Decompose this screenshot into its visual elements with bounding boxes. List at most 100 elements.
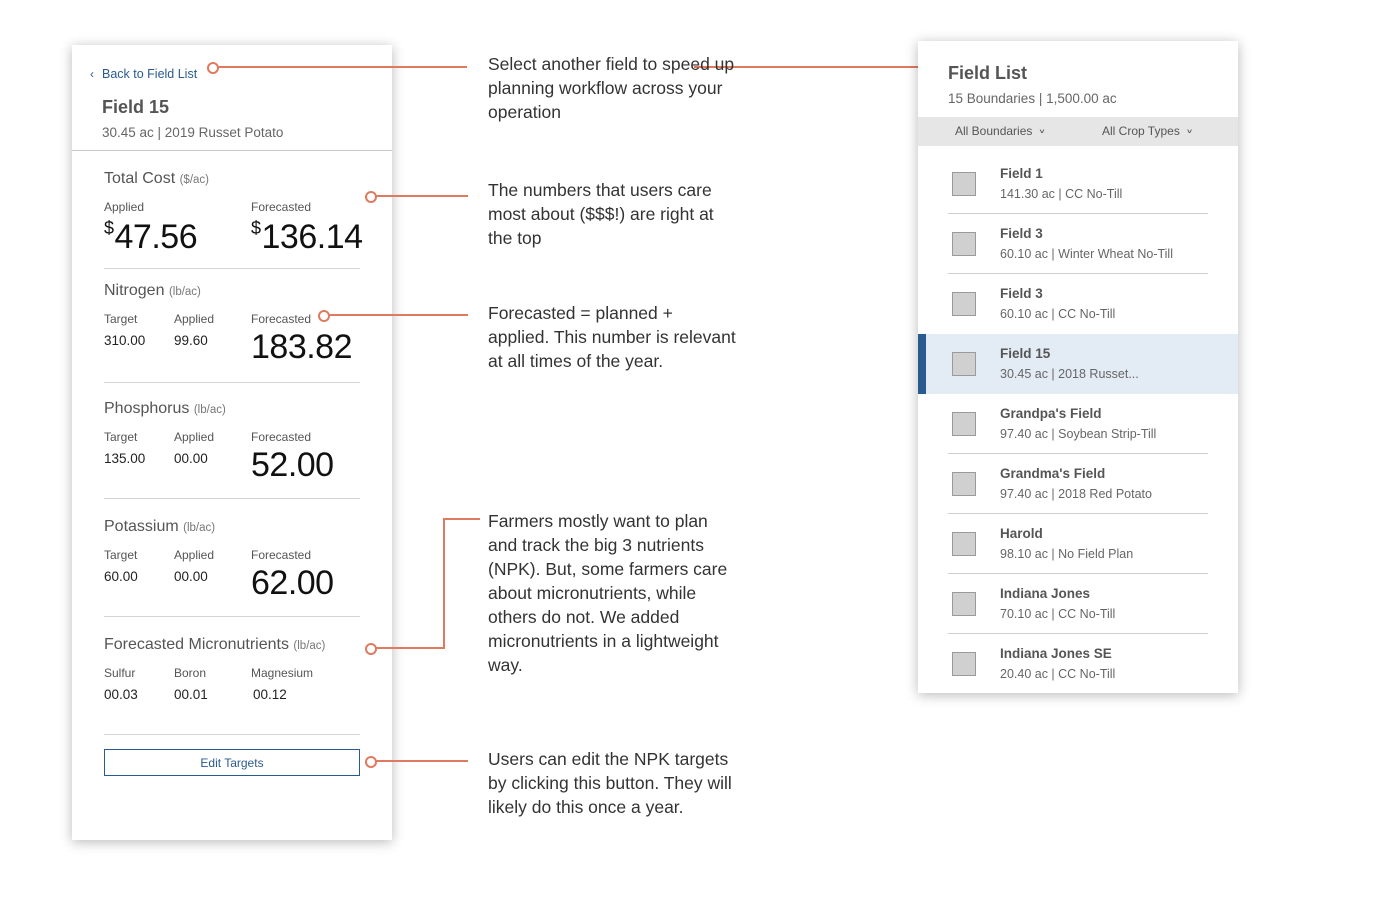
nitrogen-unit: (lb/ac) — [168, 286, 201, 298]
field-list-item[interactable]: Harold 98.10 ac | No Field Plan — [918, 514, 1238, 574]
field-list-item-meta: 60.10 ac | Winter Wheat No-Till — [1000, 247, 1173, 261]
field-list-item[interactable]: Grandma's Field 97.40 ac | 2018 Red Pota… — [918, 454, 1238, 514]
section-divider — [104, 616, 360, 617]
field-title: Field 15 — [102, 97, 170, 117]
annotation-leader-micro-top — [443, 518, 480, 520]
field-list-item-meta: 60.10 ac | CC No-Till — [1000, 307, 1116, 321]
phosphorus-title-text: Phosphorus — [104, 400, 190, 417]
crop-types-filter-label: All Crop Types — [1102, 124, 1180, 138]
magnesium-label: Magnesium — [251, 666, 314, 680]
edit-targets-button[interactable]: Edit Targets — [104, 749, 360, 776]
boron-label: Boron — [174, 666, 207, 680]
field-list-summary: 15 Boundaries | 1,500.00 ac — [948, 91, 1117, 106]
crop-types-filter-dropdown[interactable]: All Crop Types ∨ — [1102, 124, 1193, 138]
annotation-note-micronutrients: Farmers mostly want to plan and track th… — [488, 511, 728, 675]
nitrogen-title: Nitrogen (lb/ac) — [104, 282, 360, 300]
annotation-dot-micro — [365, 643, 377, 655]
total-cost-applied-label: Applied — [104, 200, 145, 214]
phosphorus-target-label: Target — [104, 430, 138, 444]
field-list-item-name: Field 3 — [1000, 286, 1043, 301]
field-thumbnail — [952, 592, 976, 616]
field-list-item-name: Harold — [1000, 526, 1043, 541]
phosphorus-applied-value: 00.00 — [174, 451, 208, 466]
header-divider — [72, 150, 392, 151]
phosphorus-target-value: 135.00 — [104, 451, 146, 466]
total-cost-title-text: Total Cost — [104, 170, 176, 187]
field-list-item-name: Field 1 — [1000, 166, 1043, 181]
field-thumbnail — [952, 652, 976, 676]
field-list-item[interactable]: Field 1 141.30 ac | CC No-Till — [918, 154, 1238, 214]
potassium-title-text: Potassium — [104, 518, 179, 535]
field-list-item-name: Indiana Jones — [1000, 586, 1091, 601]
field-list-item[interactable]: Indiana Jones 70.10 ac | CC No-Till — [918, 574, 1238, 634]
chevron-down-icon: ∨ — [1038, 127, 1046, 135]
field-thumbnail — [952, 232, 976, 256]
total-cost-title: Total Cost ($/ac) — [104, 170, 360, 188]
field-thumbnail — [952, 472, 976, 496]
field-list-item[interactable]: Indiana Jones SE 20.40 ac | CC No-Till — [918, 634, 1238, 693]
field-list-panel: Field List 15 Boundaries | 1,500.00 ac A… — [918, 41, 1238, 693]
potassium-applied-label: Applied — [174, 548, 215, 562]
field-list-item-name: Indiana Jones SE — [1000, 646, 1112, 661]
potassium-forecasted-label: Forecasted — [251, 548, 312, 562]
filter-bar: All Boundaries ∨ All Crop Types ∨ — [918, 117, 1238, 146]
field-list-item-meta: 20.40 ac | CC No-Till — [1000, 667, 1116, 681]
phosphorus-forecasted-label: Forecasted — [251, 430, 312, 444]
annotation-dot-forecast — [318, 310, 330, 322]
section-divider — [104, 268, 360, 269]
field-thumbnail — [952, 532, 976, 556]
nitrogen-section: Nitrogen (lb/ac) Target Applied Forecast… — [104, 282, 360, 382]
field-list-item-meta: 141.30 ac | CC No-Till — [1000, 187, 1123, 201]
field-thumbnail — [952, 352, 976, 376]
field-subtitle: 30.45 ac | 2019 Russet Potato — [102, 125, 284, 140]
field-list-item-meta: 30.45 ac | 2018 Russet... — [1000, 367, 1139, 381]
field-detail-panel: ‹ Back to Field List Field 15 30.45 ac |… — [72, 45, 392, 840]
phosphorus-unit: (lb/ac) — [193, 404, 226, 416]
micronutrients-section: Forecasted Micronutrients (lb/ac) Sulfur… — [104, 636, 360, 716]
currency-symbol: $ — [251, 218, 261, 238]
annotation-dot-cost — [365, 191, 377, 203]
total-cost-applied-value: $47.56 — [104, 218, 198, 257]
currency-symbol: $ — [104, 218, 114, 238]
field-list-item-name: Field 15 — [1000, 346, 1051, 361]
boundaries-filter-label: All Boundaries — [955, 124, 1033, 138]
potassium-title: Potassium (lb/ac) — [104, 518, 360, 536]
annotation-leader-micro-v — [443, 518, 445, 649]
annotation-leader-back — [217, 66, 467, 68]
micronutrients-title: Forecasted Micronutrients (lb/ac) — [104, 636, 360, 654]
back-link-label: Back to Field List — [102, 67, 198, 81]
potassium-section: Potassium (lb/ac) Target Applied Forecas… — [104, 518, 360, 618]
field-list-item-name: Field 3 — [1000, 226, 1043, 241]
annotation-leader-forecast — [328, 314, 468, 316]
sulfur-value: 00.03 — [104, 687, 138, 702]
selection-indicator — [918, 334, 926, 394]
sulfur-label: Sulfur — [104, 666, 136, 680]
field-list-item-name: Grandpa's Field — [1000, 406, 1102, 421]
annotation-leader-cost — [375, 195, 468, 197]
field-list-item[interactable]: Field 3 60.10 ac | CC No-Till — [918, 274, 1238, 334]
boron-value: 00.01 — [174, 687, 208, 702]
total-cost-applied-number: 47.56 — [114, 218, 198, 256]
annotation-leader-micro-h — [375, 647, 445, 649]
annotation-note-cost: The numbers that users care most about (… — [488, 180, 714, 248]
field-list-item-selected[interactable]: Field 15 30.45 ac | 2018 Russet... — [918, 334, 1238, 394]
total-cost-forecasted-label: Forecasted — [251, 200, 312, 214]
section-divider — [104, 734, 360, 735]
nitrogen-forecasted-label: Forecasted — [251, 312, 312, 326]
total-cost-unit: ($/ac) — [179, 174, 209, 186]
total-cost-forecasted-value: $136.14 — [251, 218, 363, 257]
micronutrients-title-text: Forecasted Micronutrients — [104, 636, 289, 653]
section-divider — [104, 382, 360, 383]
annotation-note-edit-targets: Users can edit the NPK targets by clicki… — [488, 749, 732, 817]
nitrogen-forecasted-value: 183.82 — [251, 328, 353, 366]
annotation-leader-edit — [375, 760, 468, 762]
field-list-item-meta: 98.10 ac | No Field Plan — [1000, 547, 1134, 561]
boundaries-filter-dropdown[interactable]: All Boundaries ∨ — [955, 124, 1046, 138]
field-list-item[interactable]: Grandpa's Field 97.40 ac | Soybean Strip… — [918, 394, 1238, 454]
nitrogen-applied-label: Applied — [174, 312, 215, 326]
back-to-field-list-link[interactable]: ‹ Back to Field List — [90, 67, 197, 81]
nitrogen-applied-value: 99.60 — [174, 333, 208, 348]
phosphorus-applied-label: Applied — [174, 430, 215, 444]
annotation-note-forecast: Forecasted = planned + applied. This num… — [488, 303, 736, 371]
field-list-item[interactable]: Field 3 60.10 ac | Winter Wheat No-Till — [918, 214, 1238, 274]
